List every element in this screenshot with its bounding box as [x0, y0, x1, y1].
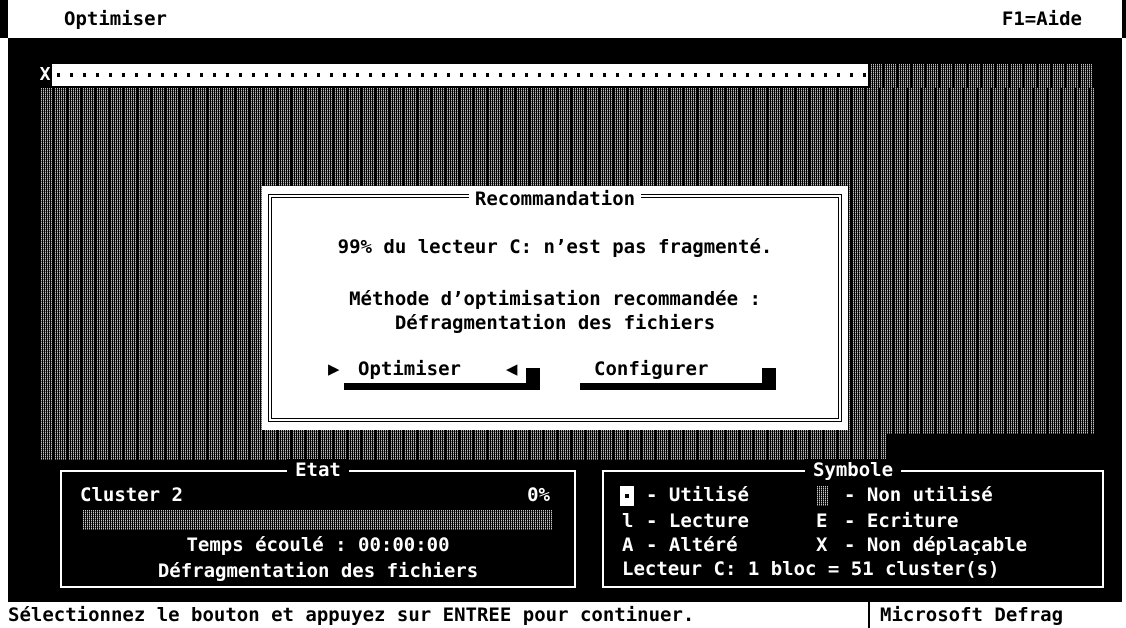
- unmovable-symbol: X: [816, 534, 828, 556]
- left-frame: [0, 38, 8, 628]
- legend-bad: - Altéré: [646, 534, 738, 556]
- legend-panel-title: Symbole: [604, 459, 1102, 481]
- optimise-button-label: Optimiser: [358, 358, 461, 380]
- elapsed-time: Temps écoulé : 00:00:00: [186, 534, 450, 556]
- dialog-title: Recommandation: [262, 188, 848, 210]
- state-panel-title: Etat: [62, 459, 574, 481]
- disk-map-first-row: X: [38, 64, 1094, 88]
- status-bar: Sélectionnez le bouton et appuyez sur EN…: [8, 602, 1122, 628]
- legend-used: - Utilisé: [646, 484, 749, 506]
- button-shadow: [762, 368, 776, 390]
- optimise-button[interactable]: ▶ Optimiser ◀: [328, 358, 540, 390]
- legend-unmovable: - Non déplaçable: [844, 534, 1028, 556]
- status-app-name: Microsoft Defrag: [880, 604, 1064, 626]
- used-block-icon: [620, 486, 634, 506]
- progress-percent: 0%: [527, 484, 550, 506]
- recommendation-dialog: Recommandation 99% du lecteur C: n’est p…: [262, 186, 848, 430]
- fragmentation-message: 99% du lecteur C: n’est pas fragmenté.: [337, 236, 773, 258]
- bad-symbol: A: [622, 534, 634, 556]
- method-value: Défragmentation des fichiers: [394, 312, 716, 334]
- state-panel: Etat Cluster 2 0% Temps écoulé : 00:00:0…: [60, 459, 576, 588]
- selected-right-arrow-icon: ◀: [506, 358, 518, 380]
- button-shadow: [580, 383, 776, 390]
- button-shadow: [344, 383, 540, 390]
- legend-write: - Ecriture: [844, 510, 959, 532]
- current-method: Défragmentation des fichiers: [157, 560, 479, 582]
- unused-blocks: [868, 64, 1094, 88]
- legend-unused: - Non utilisé: [844, 484, 993, 506]
- method-label: Méthode d’optimisation recommandée :: [349, 288, 761, 310]
- legend-panel: Symbole - Utilisé - Non utilisé l - Lect…: [602, 459, 1104, 588]
- used-blocks: [52, 64, 868, 86]
- configure-button[interactable]: Configurer: [580, 358, 776, 390]
- help-hint[interactable]: F1=Aide: [1002, 8, 1082, 30]
- legend-read: - Lecture: [646, 510, 749, 532]
- selected-left-arrow-icon: ▶: [328, 358, 340, 380]
- unmovable-block: X: [39, 64, 51, 85]
- title-bar: Optimiser F1=Aide: [0, 0, 1126, 38]
- app-title[interactable]: Optimiser: [64, 8, 167, 30]
- unused-blocks-tail: [38, 434, 886, 460]
- right-frame: [1122, 38, 1126, 628]
- status-separator: [868, 602, 870, 628]
- configure-button-label: Configurer: [594, 358, 709, 380]
- cluster-label: Cluster 2: [80, 484, 183, 506]
- progress-bar: [82, 510, 552, 530]
- block-size-info: Lecteur C: 1 bloc = 51 cluster(s): [622, 558, 1000, 580]
- read-symbol: l: [622, 510, 634, 532]
- button-shadow: [526, 368, 540, 390]
- unused-block-icon: [816, 486, 828, 506]
- status-message: Sélectionnez le bouton et appuyez sur EN…: [8, 604, 695, 626]
- write-symbol: E: [816, 510, 828, 532]
